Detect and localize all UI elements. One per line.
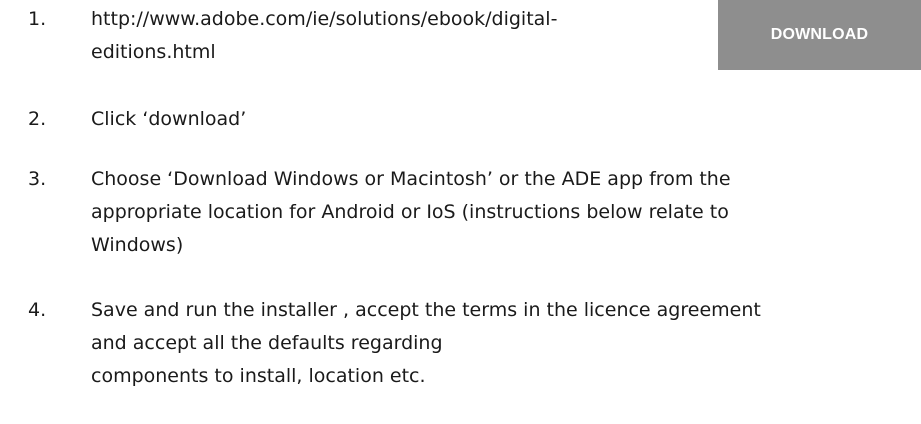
step-line: appropriate location for Android or IoS …	[91, 201, 729, 223]
step-line: components to install, location etc.	[91, 365, 426, 387]
step-number: 2.	[28, 108, 47, 130]
step-line: and accept all the defaults regarding	[91, 332, 443, 354]
step-number: 3.	[28, 168, 47, 190]
step-text: http://www.adobe.com/ie/solutions/ebook/…	[91, 3, 557, 69]
step-line: Click ‘download’	[91, 108, 247, 130]
step-text: Click ‘download’	[91, 103, 246, 136]
step-line: Windows)	[91, 234, 184, 256]
instructions-document: DOWNLOAD 1. http://www.adobe.com/ie/solu…	[0, 0, 921, 424]
step-number: 4.	[28, 299, 47, 321]
download-button[interactable]: DOWNLOAD	[718, 0, 921, 70]
step-1-link-line-2[interactable]: editions.html	[91, 36, 557, 69]
step-text: Save and run the installer , accept the …	[91, 294, 761, 393]
step-line: Choose ‘Download Windows or Macintosh’ o…	[91, 168, 731, 190]
step-number: 1.	[28, 8, 47, 30]
step-1-link-line-1[interactable]: http://www.adobe.com/ie/solutions/ebook/…	[91, 3, 557, 36]
step-line: Save and run the installer , accept the …	[91, 299, 761, 321]
step-text: Choose ‘Download Windows or Macintosh’ o…	[91, 163, 731, 262]
